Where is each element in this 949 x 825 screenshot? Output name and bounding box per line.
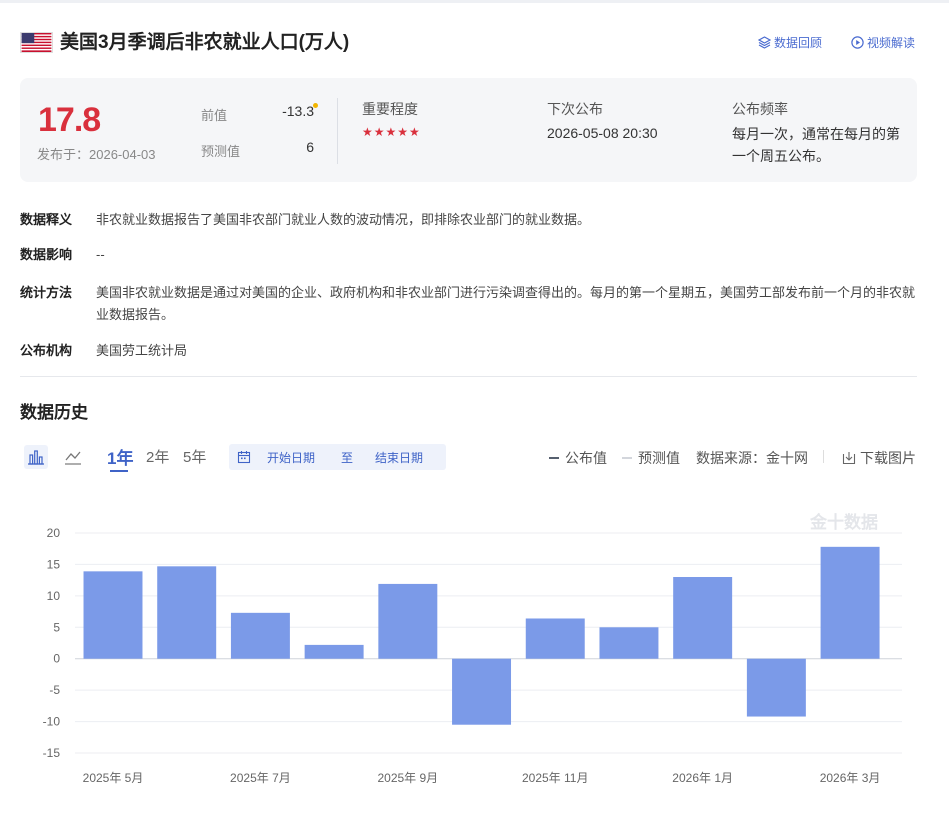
range-5y[interactable]: 5年 — [183, 446, 206, 467]
info-value: 非农就业数据报告了美国非农部门就业人数的波动情况，即排除农业部门的就业数据。 — [96, 212, 591, 227]
frequency-label: 公布频率 — [732, 101, 788, 117]
line-chart-icon — [65, 451, 81, 465]
y-tick-label: -5 — [49, 683, 60, 697]
calendar-icon — [237, 451, 251, 464]
y-tick-label: 15 — [47, 557, 61, 571]
download-image-button[interactable]: 下载图片 — [842, 448, 916, 468]
bar-chart-toggle[interactable] — [24, 445, 48, 469]
x-tick-label: 2026年 3月 — [820, 771, 881, 785]
y-tick-label: 10 — [47, 589, 61, 603]
importance-stars: ★★★★★ — [362, 125, 421, 139]
bar-2026年3月 — [820, 546, 880, 659]
published-label: 发布于： — [37, 147, 90, 162]
legend-actual-swatch — [549, 457, 559, 459]
published-date-value: 2026-04-03 — [89, 147, 156, 162]
date-separator: 至 — [341, 451, 354, 465]
legend-actual-label: 公布值 — [565, 450, 607, 466]
legend-forecast-label: 预测值 — [638, 450, 680, 466]
info-key: 公布机构 — [20, 343, 73, 358]
bar-2025年11月 — [525, 618, 585, 659]
top-border — [0, 0, 949, 3]
next-release-label: 下次公布 — [547, 101, 603, 117]
published-date: 发布于：2026-04-03 — [37, 144, 156, 163]
bar-2026年2月 — [746, 658, 806, 717]
legend-actual[interactable]: 公布值 — [549, 448, 607, 468]
layers-icon — [757, 36, 772, 49]
data-review-label: 数据回顾 — [774, 36, 823, 50]
y-tick-label: -15 — [43, 746, 61, 760]
info-value: 美国非农就业数据是通过对美国的企业、政府机构和非农业部门进行污染调查得出的。每月… — [96, 285, 916, 322]
date-range-picker[interactable]: 开始日期 至 结束日期 — [229, 444, 446, 470]
bar-2025年12月 — [599, 627, 659, 659]
legend-forecast-swatch — [622, 457, 632, 459]
revised-dot — [313, 103, 318, 108]
importance-label: 重要程度 — [362, 101, 418, 117]
summary-card: 17.8 发布于：2026-04-03 前值 -13.3 预测值 6 重要程度 … — [20, 78, 917, 182]
y-tick-label: 5 — [53, 620, 60, 634]
play-circle-icon — [851, 36, 864, 49]
info-key: 统计方法 — [20, 285, 73, 300]
x-tick-label: 2025年 5月 — [83, 771, 144, 785]
us-flag-icon — [20, 32, 53, 53]
video-explain-link[interactable]: 视频解读 — [851, 34, 915, 52]
bar-2025年6月 — [157, 566, 217, 659]
toolbar-separator — [823, 450, 824, 463]
page-header: 美国3月季调后非农就业人口(万人) 数据回顾 视频解读 — [20, 30, 917, 56]
actual-value: 17.8 — [38, 101, 101, 139]
history-title: 数据历史 — [20, 403, 88, 422]
frequency-value: 每月一次，通常在每月的第一个周五公布。 — [732, 126, 900, 164]
legend-forecast[interactable]: 预测值 — [622, 448, 680, 468]
range-1y[interactable]: 1年 — [107, 444, 133, 469]
previous-value: -13.3 — [282, 103, 314, 119]
card-divider — [337, 98, 338, 164]
y-tick-label: 0 — [53, 652, 60, 666]
chart-watermark: 金十数据 — [809, 512, 878, 533]
next-release-value: 2026-05-08 20:30 — [547, 125, 658, 141]
end-date-input[interactable]: 结束日期 — [375, 449, 423, 466]
line-chart-toggle[interactable] — [63, 447, 83, 467]
bar-chart-icon — [28, 450, 44, 465]
start-date-input[interactable]: 开始日期 — [267, 449, 315, 466]
bar-2025年8月 — [304, 644, 364, 659]
info-value: 美国劳工统计局 — [96, 343, 188, 358]
download-icon — [842, 452, 856, 465]
x-tick-label: 2025年 9月 — [377, 771, 438, 785]
section-divider — [20, 376, 917, 377]
bar-2026年1月 — [673, 577, 733, 659]
forecast-value: 6 — [306, 139, 314, 155]
data-source: 数据来源：金十网 — [696, 450, 808, 466]
bar-2025年5月 — [83, 571, 143, 659]
previous-label: 前值 — [201, 108, 228, 123]
info-key: 数据影响 — [20, 247, 73, 262]
history-bar-chart: 金十数据 -15 -10 -5 0 5 10 15 20 2025年 5月 2025年 7月 2025… — [43, 512, 902, 785]
video-explain-label: 视频解读 — [867, 36, 916, 50]
x-tick-label: 2025年 7月 — [230, 771, 291, 785]
active-range-underline — [110, 470, 128, 472]
download-label: 下载图片 — [860, 450, 916, 466]
page-title: 美国3月季调后非农就业人口(万人) — [60, 32, 350, 53]
data-review-link[interactable]: 数据回顾 — [757, 34, 823, 52]
bar-2025年7月 — [230, 612, 290, 659]
y-tick-label: -10 — [43, 715, 61, 729]
x-tick-label: 2026年 1月 — [672, 771, 733, 785]
bar-2025年10月 — [452, 658, 512, 725]
info-key: 数据释义 — [20, 212, 73, 227]
range-2y[interactable]: 2年 — [146, 446, 169, 467]
bar-2025年9月 — [378, 583, 438, 659]
x-tick-label: 2025年 11月 — [522, 771, 589, 785]
y-tick-label: 20 — [47, 526, 61, 540]
forecast-label: 预测值 — [201, 144, 241, 159]
info-value: -- — [96, 247, 105, 262]
